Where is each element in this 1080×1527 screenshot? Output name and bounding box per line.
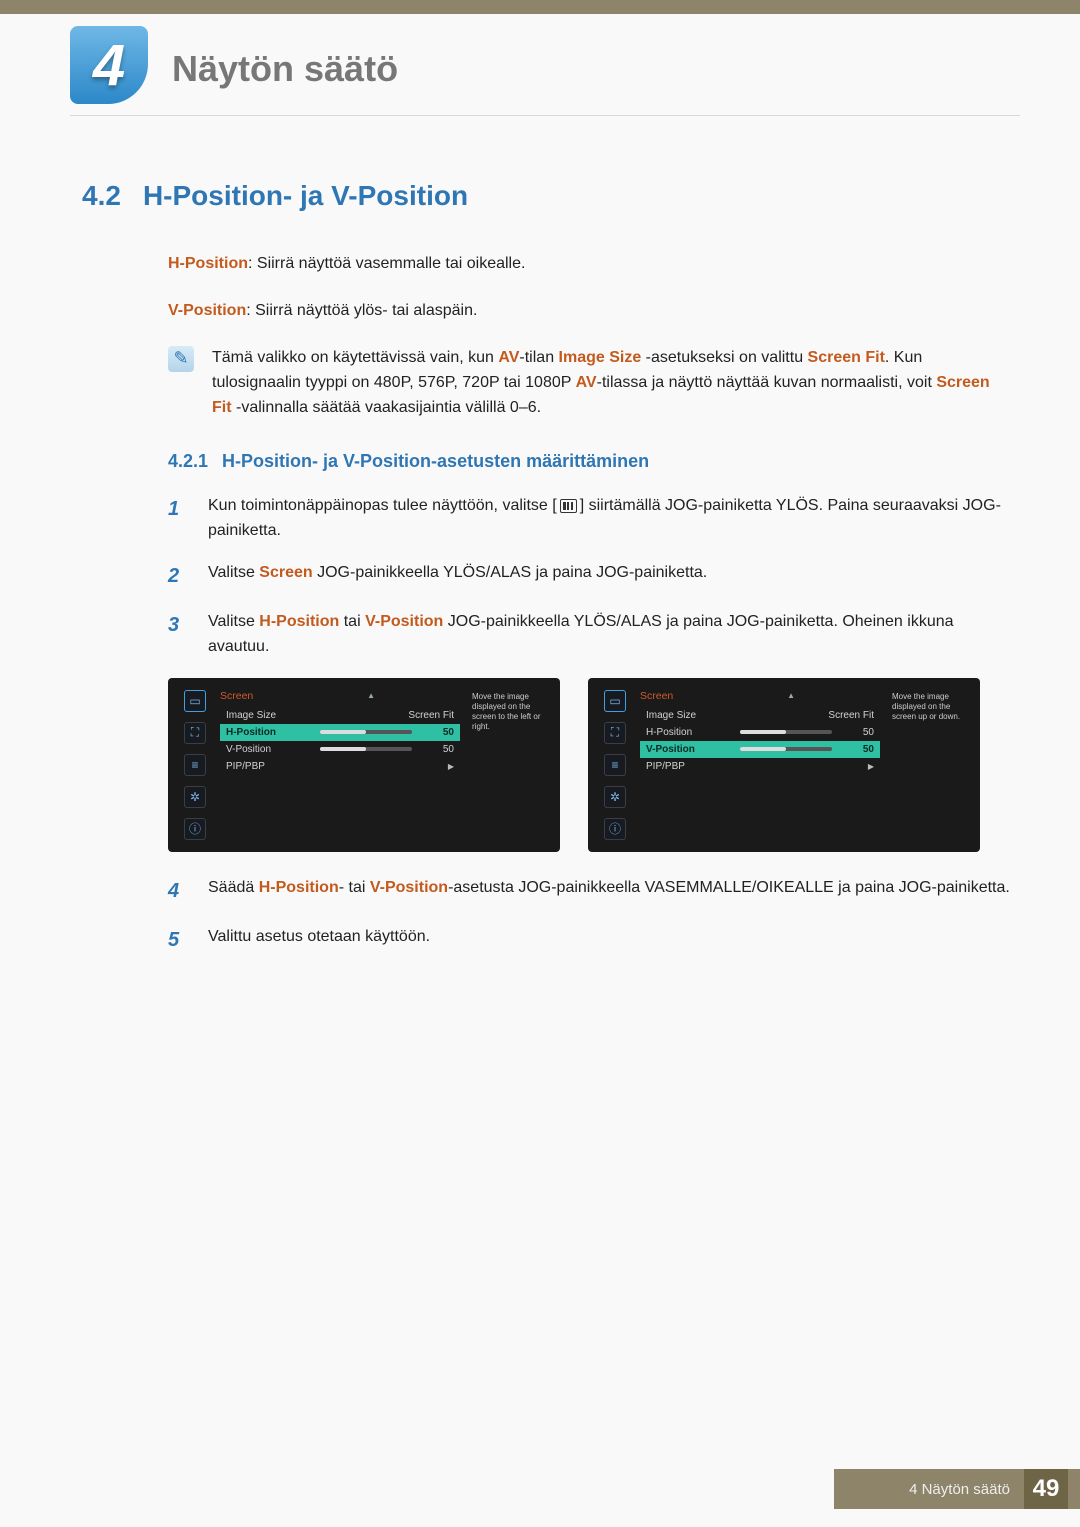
step-1: 1 Kun toimintonäppäinopas tulee näyttöön… — [168, 494, 1010, 544]
osd-sidebar: ▭ ⛶ ≡ ✲ ⓘ — [600, 690, 630, 840]
chapter-title: Näytön säätö — [70, 26, 1020, 90]
footer-label: 4 Näytön säätö — [909, 1481, 1010, 1498]
menu-icon — [560, 499, 577, 513]
up-arrow-icon: ▲ — [787, 691, 795, 700]
menu-row-vposition: V-Position50 — [220, 741, 460, 758]
menu-row-vposition: V-Position50 — [640, 741, 880, 758]
steps-list-2: 4 Säädä H-Position- tai V-Position-asetu… — [168, 876, 1010, 956]
menu-row-image-size: Image SizeScreen Fit — [220, 707, 460, 724]
note-icon: ✎ — [168, 346, 194, 372]
chapter-number: 4 — [70, 26, 148, 104]
gear-icon: ✲ — [604, 786, 626, 808]
note-text: Tämä valikko on käytettävissä vain, kun … — [212, 346, 1010, 420]
section-number: 4.2 — [82, 180, 121, 211]
step-5: 5 Valittu asetus otetaan käyttöön. — [168, 925, 1010, 956]
hpos-description: H-Position: Siirrä näyttöä vasemmalle ta… — [168, 252, 1010, 275]
right-arrow-icon: ▶ — [868, 762, 874, 771]
info-icon: ⓘ — [604, 818, 626, 840]
osd-sidebar: ▭ ⛶ ≡ ✲ ⓘ — [180, 690, 210, 840]
gear-icon: ✲ — [184, 786, 206, 808]
chapter-badge: 4 — [70, 26, 148, 104]
right-arrow-icon: ▶ — [448, 762, 454, 771]
page-header: 4 Näytön säätö — [70, 26, 1020, 116]
osd-description: Move the image displayed on the screen t… — [470, 690, 548, 840]
menu-row-pip: PIP/PBP▶ — [640, 758, 880, 775]
menu-row-pip: PIP/PBP▶ — [220, 758, 460, 775]
osd-main: Screen▲ Image SizeScreen Fit H-Position5… — [220, 690, 460, 840]
step-2: 2 Valitse Screen JOG-painikkeella YLÖS/A… — [168, 561, 1010, 592]
resize-icon: ⛶ — [604, 722, 626, 744]
top-band — [0, 0, 1080, 14]
page-body: 4.2 H-Position- ja V-Position H-Position:… — [82, 180, 1010, 1447]
section-title: H-Position- ja V-Position — [143, 180, 468, 211]
list-icon: ≡ — [184, 754, 206, 776]
section-heading: 4.2 H-Position- ja V-Position — [82, 180, 1010, 212]
vpos-description: V-Position: Siirrä näyttöä ylös- tai ala… — [168, 299, 1010, 322]
step-3: 3 Valitse H-Position tai V-Position JOG-… — [168, 610, 1010, 660]
menu-row-hposition: H-Position50 — [640, 724, 880, 741]
osd-screenshots: ▭ ⛶ ≡ ✲ ⓘ Screen▲ Image SizeScreen Fit H… — [168, 678, 1010, 852]
footer-page-number: 49 — [1024, 1469, 1068, 1509]
list-icon: ≡ — [604, 754, 626, 776]
osd-vposition: ▭ ⛶ ≡ ✲ ⓘ Screen▲ Image SizeScreen Fit H… — [588, 678, 980, 852]
monitor-icon: ▭ — [604, 690, 626, 712]
info-icon: ⓘ — [184, 818, 206, 840]
resize-icon: ⛶ — [184, 722, 206, 744]
info-note: ✎ Tämä valikko on käytettävissä vain, ku… — [168, 346, 1010, 420]
osd-hposition: ▭ ⛶ ≡ ✲ ⓘ Screen▲ Image SizeScreen Fit H… — [168, 678, 560, 852]
monitor-icon: ▭ — [184, 690, 206, 712]
menu-row-image-size: Image SizeScreen Fit — [640, 707, 880, 724]
page-footer: 4 Näytön säätö 49 — [834, 1469, 1080, 1509]
steps-list: 1 Kun toimintonäppäinopas tulee näyttöön… — [168, 494, 1010, 660]
up-arrow-icon: ▲ — [367, 691, 375, 700]
step-4: 4 Säädä H-Position- tai V-Position-asetu… — [168, 876, 1010, 907]
subsection-heading: 4.2.1H-Position- ja V-Position-asetusten… — [168, 451, 1010, 472]
menu-row-hposition: H-Position50 — [220, 724, 460, 741]
osd-main: Screen▲ Image SizeScreen Fit H-Position5… — [640, 690, 880, 840]
osd-description: Move the image displayed on the screen u… — [890, 690, 968, 840]
